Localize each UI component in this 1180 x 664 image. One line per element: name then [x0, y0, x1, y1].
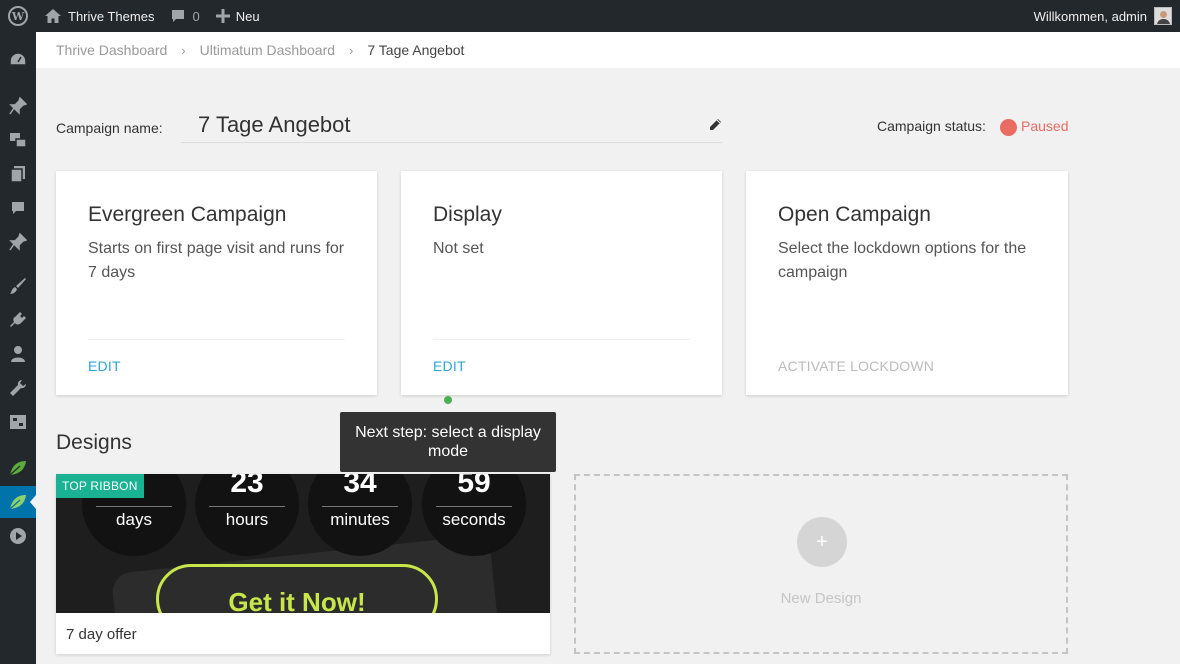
- card-divider: [88, 339, 345, 340]
- new-label: Neu: [235, 8, 260, 24]
- countdown-value: 23: [230, 474, 264, 499]
- comment-bubble-icon: [170, 8, 186, 24]
- design-type-badge: TOP RIBBON: [56, 474, 144, 498]
- greeting: Willkommen, admin: [1033, 8, 1147, 24]
- my-account-link[interactable]: Willkommen, admin: [1034, 7, 1180, 25]
- wordpress-logo-icon[interactable]: W: [0, 0, 36, 32]
- campaign-name-value: 7 Tage Angebot: [198, 112, 351, 137]
- countdown-divider: [96, 506, 172, 507]
- play-icon[interactable]: [0, 520, 36, 552]
- tools-wrench-icon[interactable]: [0, 372, 36, 404]
- campaign-status-value[interactable]: Paused: [1021, 118, 1068, 134]
- design-card[interactable]: 5 days 23 hours 34 minutes 59 seconds Ge…: [56, 474, 550, 654]
- card-title: Display: [433, 203, 502, 226]
- comments-icon[interactable]: [0, 192, 36, 224]
- activate-lockdown-button[interactable]: ACTIVATE LOCKDOWN: [778, 358, 934, 374]
- next-step-tooltip: Next step: select a display mode: [340, 412, 556, 472]
- comments-count: 0: [192, 8, 200, 24]
- countdown-value: 34: [343, 474, 377, 499]
- thrive-leaf-icon[interactable]: [0, 452, 36, 484]
- countdown-divider: [209, 506, 285, 507]
- countdown-unit: days: [116, 510, 152, 529]
- card-title: Evergreen Campaign: [88, 203, 287, 226]
- edit-campaign-type-button[interactable]: EDIT: [88, 358, 121, 374]
- new-design-button[interactable]: + New Design: [574, 474, 1068, 654]
- edit-display-button[interactable]: EDIT: [433, 358, 466, 374]
- card-description: Not set: [433, 240, 484, 257]
- countdown-value: 59: [457, 474, 491, 499]
- countdown-divider: [322, 506, 398, 507]
- comments-link[interactable]: 0: [162, 0, 207, 32]
- breadcrumb-current: 7 Tage Angebot: [367, 42, 465, 58]
- countdown-unit: seconds: [442, 510, 506, 529]
- breadcrumb-thrive-dashboard[interactable]: Thrive Dashboard: [56, 42, 167, 58]
- home-icon: [44, 8, 62, 24]
- card-divider: [433, 339, 690, 340]
- breadcrumb-separator: ›: [181, 42, 186, 58]
- card-description: Select the lockdown options for the camp…: [778, 240, 1027, 281]
- avatar: [1154, 7, 1172, 25]
- admin-bar: W Thrive Themes 0 Neu Willkommen, admin: [0, 0, 1180, 32]
- design-name[interactable]: 7 day offer: [66, 626, 137, 643]
- custom-pin-icon[interactable]: [0, 226, 36, 258]
- breadcrumb: Thrive Dashboard › Ultimatum Dashboard ›…: [36, 32, 1180, 68]
- plus-icon: [215, 9, 230, 23]
- pages-icon[interactable]: [0, 158, 36, 190]
- open-campaign-card: Open Campaign Select the lockdown option…: [746, 171, 1068, 395]
- campaign-name-field[interactable]: 7 Tage Angebot: [181, 108, 722, 143]
- display-card: Display Not set EDIT: [401, 171, 722, 395]
- new-content-link[interactable]: Neu: [208, 0, 268, 32]
- card-title: Open Campaign: [778, 203, 931, 226]
- campaign-status-label: Campaign status:: [877, 118, 986, 134]
- countdown-unit: minutes: [330, 510, 390, 529]
- next-step-indicator: [444, 396, 452, 404]
- breadcrumb-ultimatum-dashboard[interactable]: Ultimatum Dashboard: [200, 42, 335, 58]
- preview-cta-button: Get it Now!: [156, 564, 438, 613]
- posts-pin-icon[interactable]: [0, 90, 36, 122]
- new-design-label: New Design: [780, 590, 862, 607]
- card-description: Starts on first page visit and runs for …: [88, 240, 345, 281]
- breadcrumb-separator: ›: [349, 42, 354, 58]
- users-icon[interactable]: [0, 338, 36, 370]
- plus-icon: +: [797, 517, 847, 567]
- countdown-divider: [436, 506, 512, 507]
- countdown-hours: 23 hours: [195, 474, 299, 556]
- settings-icon[interactable]: [0, 406, 36, 438]
- thrive-ultimatum-leaf-icon[interactable]: [0, 486, 36, 518]
- dashboard-icon[interactable]: [0, 44, 36, 76]
- appearance-brush-icon[interactable]: [0, 270, 36, 302]
- pencil-edit-icon[interactable]: [709, 118, 722, 136]
- media-icon[interactable]: [0, 124, 36, 156]
- site-name-link[interactable]: Thrive Themes: [36, 0, 162, 32]
- evergreen-campaign-card: Evergreen Campaign Starts on first page …: [56, 171, 377, 395]
- admin-sidebar: [0, 32, 36, 664]
- countdown-unit: hours: [225, 510, 269, 529]
- site-name: Thrive Themes: [68, 8, 155, 24]
- designs-heading: Designs: [56, 431, 132, 454]
- status-indicator-dot[interactable]: [1000, 119, 1017, 136]
- campaign-name-label: Campaign name:: [56, 120, 163, 136]
- plugins-icon[interactable]: [0, 304, 36, 336]
